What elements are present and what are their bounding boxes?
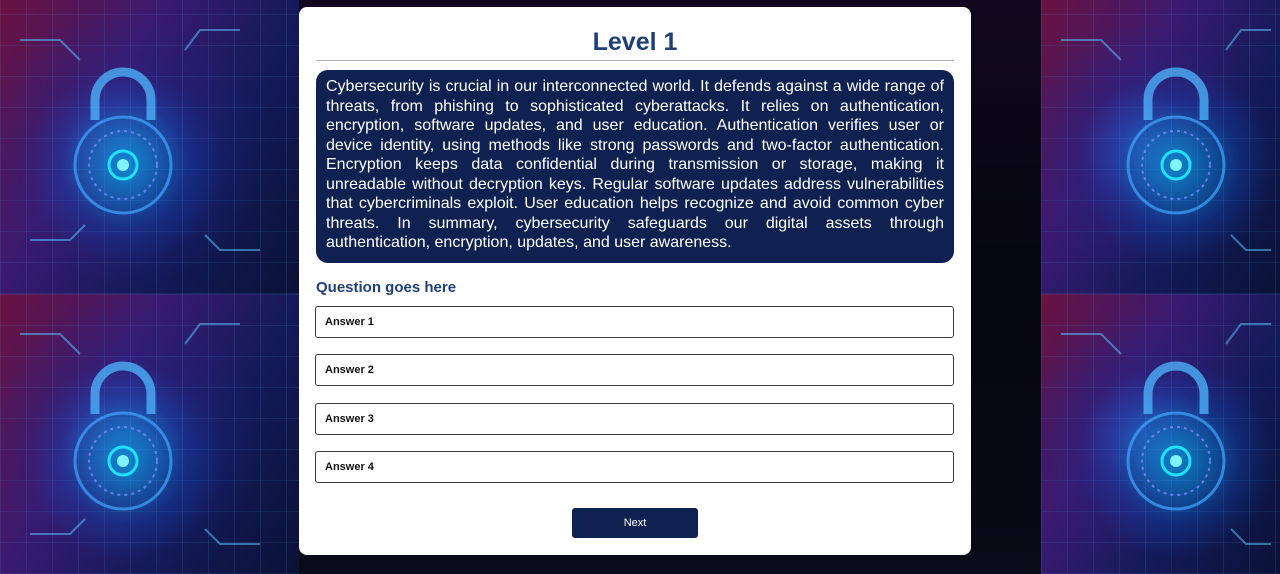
background-tile bbox=[1041, 0, 1280, 294]
padlock-circuit-icon bbox=[20, 29, 260, 251]
answer-option-3[interactable]: Answer 3 bbox=[315, 403, 954, 435]
background-tile bbox=[1041, 294, 1280, 574]
padlock-circuit-icon bbox=[1061, 29, 1271, 251]
question-text: Question goes here bbox=[316, 279, 457, 296]
quiz-card: Level 1 Cybersecurity is crucial in our … bbox=[299, 7, 971, 555]
level-title: Level 1 bbox=[592, 28, 678, 56]
reading-passage: Cybersecurity is crucial in our intercon… bbox=[316, 70, 954, 263]
next-button[interactable]: Next bbox=[572, 508, 698, 538]
answer-option-1[interactable]: Answer 1 bbox=[315, 306, 954, 338]
answer-option-2[interactable]: Answer 2 bbox=[315, 354, 954, 386]
background-tile bbox=[0, 0, 299, 294]
padlock-circuit-icon bbox=[20, 323, 260, 545]
padlock-circuit-icon bbox=[1061, 323, 1271, 545]
answer-option-4[interactable]: Answer 4 bbox=[315, 451, 954, 483]
title-divider bbox=[316, 60, 954, 61]
background-tile bbox=[0, 294, 299, 574]
